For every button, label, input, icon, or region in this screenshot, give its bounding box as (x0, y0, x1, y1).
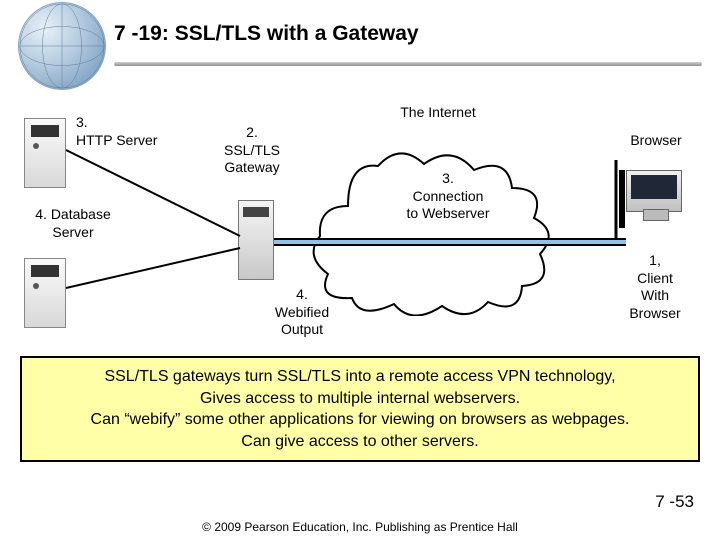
info-line: Gives access to multiple internal webser… (34, 388, 686, 410)
info-box: SSL/TLS gateways turn SSL/TLS into a rem… (20, 356, 700, 462)
slide-title: 7 -19: SSL/TLS with a Gateway (114, 22, 419, 46)
info-line: Can “webify” some other applications for… (34, 409, 686, 431)
diagram: The Internet 3. HTTP Server 4. Database … (18, 88, 702, 346)
info-line: SSL/TLS gateways turn SSL/TLS into a rem… (34, 366, 686, 388)
title-rule (114, 62, 702, 66)
info-line: Can give access to other servers. (34, 431, 686, 453)
ssl-connection (274, 238, 626, 246)
page-number: 7 -53 (655, 492, 694, 512)
connections (18, 88, 702, 346)
globe-icon (18, 2, 106, 90)
footer-copyright: © 2009 Pearson Education, Inc. Publishin… (0, 520, 720, 534)
